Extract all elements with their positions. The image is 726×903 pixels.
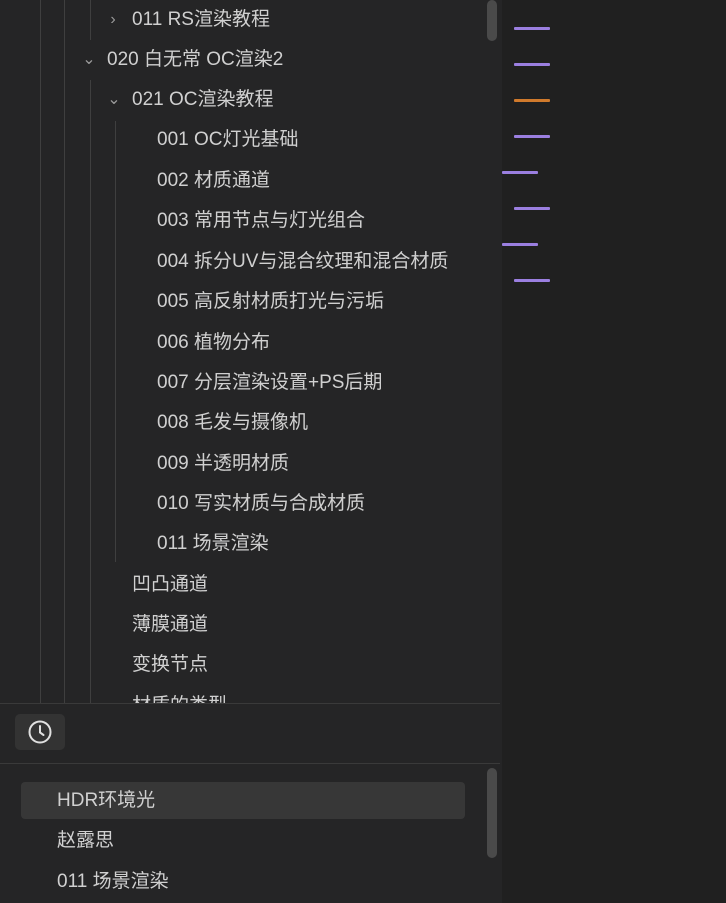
tree-item[interactable]: ⌄ 021 OC渲染教程	[105, 81, 485, 119]
tree-item[interactable]: 001 OC灯光基础	[157, 121, 298, 159]
chevron-down-icon[interactable]: ⌄	[105, 81, 123, 119]
sidebar-panel: › 011 RS渲染教程 ⌄ 020 白无常 OC渲染2 ⌄ 021 OC渲染教…	[0, 0, 502, 903]
recent-item[interactable]: 赵露思	[21, 822, 465, 859]
clock-icon	[28, 720, 52, 744]
minimap-marker	[514, 207, 550, 210]
tree-item[interactable]: 005 高反射材质打光与污垢	[157, 283, 384, 321]
minimap-marker	[502, 171, 538, 174]
tree-item-label: 021 OC渲染教程	[132, 89, 274, 110]
tree-item[interactable]: 003 常用节点与灯光组合	[157, 202, 365, 240]
tree-item[interactable]: 材质的类型	[132, 687, 227, 703]
tree-scrollbar[interactable]	[487, 0, 497, 41]
tree-item[interactable]: 004 拆分UV与混合纹理和混合材质	[157, 243, 448, 281]
minimap-marker	[514, 99, 550, 102]
chevron-right-icon[interactable]: ›	[104, 1, 122, 39]
tree-item[interactable]: 薄膜通道	[132, 606, 208, 644]
tree-item[interactable]: 变换节点	[132, 646, 208, 684]
tree-item[interactable]: ⌄ 020 白无常 OC渲染2	[80, 41, 480, 79]
minimap-marker	[514, 63, 550, 66]
recent-scrollbar[interactable]	[487, 768, 497, 858]
tree-item-label: 020 白无常 OC渲染2	[107, 49, 284, 70]
tree-item[interactable]: › 011 RS渲染教程	[104, 1, 484, 39]
tree-item[interactable]: 009 半透明材质	[157, 445, 289, 483]
minimap-marker	[502, 243, 538, 246]
tree-item[interactable]: 006 植物分布	[157, 324, 270, 362]
recent-item[interactable]: 011 场景渲染	[21, 863, 465, 900]
tree-item-label: 011 RS渲染教程	[132, 9, 270, 30]
tree-item[interactable]: 凹凸通道	[132, 566, 208, 604]
tree-item[interactable]: 007 分层渲染设置+PS后期	[157, 364, 382, 402]
file-tree: › 011 RS渲染教程 ⌄ 020 白无常 OC渲染2 ⌄ 021 OC渲染教…	[0, 0, 500, 703]
history-button[interactable]	[15, 714, 65, 750]
minimap-panel	[502, 0, 726, 903]
minimap-marker	[514, 27, 550, 30]
divider	[0, 703, 500, 704]
tree-item[interactable]: 002 材质通道	[157, 162, 270, 200]
recent-item[interactable]: HDR环境光	[21, 782, 465, 819]
tree-item[interactable]: 008 毛发与摄像机	[157, 404, 308, 442]
chevron-down-icon[interactable]: ⌄	[80, 41, 98, 79]
divider	[0, 763, 500, 764]
tree-item[interactable]: 011 场景渲染	[157, 525, 269, 563]
minimap-marker	[514, 279, 550, 282]
tree-item[interactable]: 010 写实材质与合成材质	[157, 485, 365, 523]
minimap-marker	[514, 135, 550, 138]
